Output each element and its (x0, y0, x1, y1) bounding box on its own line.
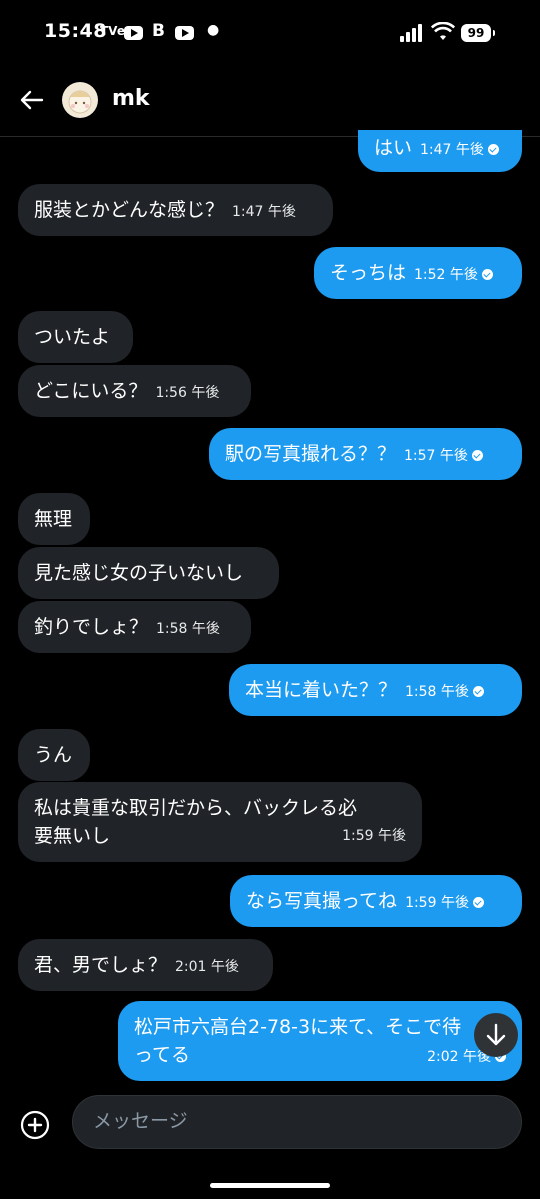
app-b-icon: B (152, 21, 165, 41)
signal-icon (400, 24, 424, 42)
back-arrow-icon[interactable] (18, 86, 46, 114)
message-bubble-incoming[interactable]: 見た感じ女の子いないし (18, 547, 279, 599)
message-bubble-outgoing[interactable]: なら写真撮ってね 1:59 午後 (230, 875, 522, 927)
message-bubble-outgoing[interactable]: 松戸市六高台2-78-3に来て、そこで待 ってる 2:02 午後 (118, 1001, 522, 1081)
avatar[interactable] (62, 82, 98, 118)
scroll-to-bottom-button[interactable] (474, 1013, 518, 1057)
message-text: はい (374, 137, 413, 159)
message-bubble-outgoing[interactable]: 駅の写真撮れる？？ 1:57 午後 (209, 428, 522, 480)
message-text: 釣りでしょ？ (34, 616, 149, 638)
message-text: 服装とかどんな感じ？ (34, 199, 225, 221)
message-bubble-incoming[interactable]: 君、男でしょ？ 2:01 午後 (18, 939, 273, 991)
read-check-icon (472, 686, 484, 697)
message-text: 本当に着いた？？ (245, 679, 398, 701)
home-indicator[interactable] (210, 1183, 330, 1188)
message-time: 1:59 午後 (405, 895, 469, 911)
message-text: 君、男でしょ？ (34, 954, 168, 976)
message-time: 1:47 午後 (232, 204, 296, 220)
read-check-icon (481, 269, 493, 280)
message-bubble-incoming[interactable]: ついたよ (18, 311, 133, 363)
message-text: 見た感じ女の子いないし (34, 562, 244, 584)
message-input-container[interactable] (72, 1095, 522, 1149)
message-text: ついたよ (34, 326, 111, 348)
message-input[interactable] (91, 1109, 495, 1133)
message-text-line1: 松戸市六高台2-78-3に来て、そこで待 (134, 1016, 462, 1038)
message-time: 1:58 午後 (405, 684, 469, 700)
message-time: 1:58 午後 (156, 621, 220, 637)
message-bubble-incoming[interactable]: 私は貴重な取引だから、バックレる必 要無いし 1:59 午後 (18, 782, 422, 862)
plus-circle-icon[interactable] (20, 1110, 50, 1140)
message-bubble-incoming[interactable]: 釣りでしょ？ 1:58 午後 (18, 601, 251, 653)
message-bubble-incoming[interactable]: 無理 (18, 493, 90, 545)
status-time: 15:48 (44, 20, 107, 42)
message-text: うん (34, 744, 73, 766)
message-text: 無理 (34, 508, 73, 530)
chat-header: mk (0, 64, 540, 137)
message-time: 1:56 午後 (155, 385, 220, 401)
message-bubble-incoming[interactable]: 服装とかどんな感じ？ 1:47 午後 (18, 184, 333, 236)
arrow-down-icon (486, 1023, 506, 1046)
message-text: 駅の写真撮れる？？ (225, 443, 397, 465)
wifi-icon (431, 22, 455, 40)
youtube-icon-2 (175, 26, 194, 40)
message-bubble-incoming[interactable]: うん (18, 729, 90, 781)
message-text-line2: ってる (134, 1044, 191, 1066)
message-time: 1:47 午後 (420, 142, 484, 158)
youtube-icon (124, 26, 143, 40)
message-text-line2: 要無いし (34, 825, 111, 847)
read-check-icon (471, 450, 483, 461)
message-bubble-outgoing[interactable]: はい 1:47 午後 (358, 130, 522, 172)
message-text-line1: 私は貴重な取引だから、バックレる必 (34, 797, 358, 819)
battery-icon: 99 (461, 24, 495, 42)
message-time: 1:57 午後 (404, 448, 468, 464)
read-check-icon (487, 144, 499, 155)
conversation-title[interactable]: mk (112, 86, 150, 111)
message-time: 1:52 午後 (414, 267, 478, 283)
notification-dot-icon: ● (207, 22, 220, 38)
read-check-icon (472, 897, 484, 908)
message-text: そっちは (330, 262, 407, 284)
message-bubble-outgoing[interactable]: そっちは 1:52 午後 (314, 247, 522, 299)
message-time: 1:59 午後 (342, 828, 406, 844)
message-text: なら写真撮ってね (246, 890, 398, 912)
message-bubble-outgoing[interactable]: 本当に着いた？？ 1:58 午後 (229, 664, 522, 716)
message-time: 2:01 午後 (175, 959, 239, 975)
status-bar: 15:48 TVer B ● 99 (0, 0, 540, 64)
message-bubble-incoming[interactable]: どこにいる？ 1:56 午後 (18, 365, 251, 417)
message-text: どこにいる？ (34, 380, 148, 402)
